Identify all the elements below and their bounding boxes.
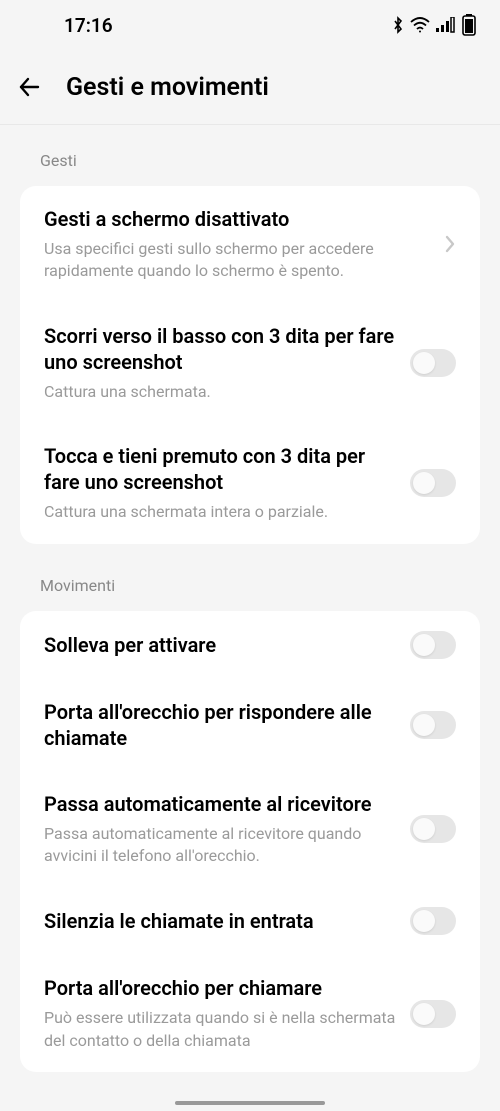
card-movimenti: Solleva per attivare Porta all'orecchio … [20, 611, 480, 1073]
row-three-finger-swipe-screenshot: Scorri verso il basso con 3 dita per far… [20, 303, 480, 423]
row-title: Scorri verso il basso con 3 dita per far… [44, 323, 398, 375]
toggle-knob [413, 472, 435, 494]
row-title: Silenzia le chiamate in entrata [44, 908, 398, 934]
status-icons [392, 14, 476, 36]
row-title: Solleva per attivare [44, 632, 398, 658]
battery-icon [462, 14, 476, 36]
row-title: Porta all'orecchio per rispondere alle c… [44, 699, 398, 751]
row-title: Passa automaticamente al ricevitore [44, 791, 398, 817]
row-subtitle: Passa automaticamente al ricevitore quan… [44, 823, 398, 868]
row-raise-to-call: Porta all'orecchio per chiamare Può esse… [20, 955, 480, 1072]
row-screen-off-gestures[interactable]: Gesti a schermo disattivato Usa specific… [20, 186, 480, 303]
page-header: Gesti e movimenti [0, 50, 500, 125]
toggle-knob [413, 818, 435, 840]
toggle-knob [413, 910, 435, 932]
toggle-knob [413, 1003, 435, 1025]
status-time: 17:16 [64, 14, 113, 37]
back-button[interactable] [14, 71, 46, 103]
toggle-knob [413, 714, 435, 736]
page-title: Gesti e movimenti [66, 73, 269, 102]
status-bar: 17:16 [0, 0, 500, 50]
section-label-gesti: Gesti [0, 125, 500, 180]
chevron-right-icon [444, 234, 456, 254]
row-auto-switch-receiver: Passa automaticamente al ricevitore Pass… [20, 771, 480, 888]
row-silence-incoming: Silenzia le chiamate in entrata [20, 887, 480, 955]
row-title: Porta all'orecchio per chiamare [44, 975, 398, 1001]
toggle-raise-to-wake[interactable] [410, 631, 456, 659]
toggle-silence-incoming[interactable] [410, 907, 456, 935]
row-subtitle: Può essere utilizzata quando si è nella … [44, 1007, 398, 1052]
row-subtitle: Cattura una schermata. [44, 381, 398, 403]
row-raise-to-wake: Solleva per attivare [20, 611, 480, 679]
toggle-three-finger-hold[interactable] [410, 469, 456, 497]
arrow-left-icon [16, 73, 44, 101]
toggle-knob [413, 634, 435, 656]
section-label-movimenti: Movimenti [0, 550, 500, 605]
row-three-finger-hold-screenshot: Tocca e tieni premuto con 3 dita per far… [20, 423, 480, 543]
toggle-raise-to-call[interactable] [410, 1000, 456, 1028]
signal-icon [436, 17, 456, 33]
row-subtitle: Cattura una schermata intera o parziale. [44, 501, 398, 523]
row-title: Tocca e tieni premuto con 3 dita per far… [44, 443, 398, 495]
row-subtitle: Usa specifici gesti sullo schermo per ac… [44, 238, 432, 283]
card-gesti: Gesti a schermo disattivato Usa specific… [20, 186, 480, 544]
home-indicator[interactable] [175, 1101, 325, 1105]
toggle-three-finger-swipe[interactable] [410, 349, 456, 377]
toggle-knob [413, 352, 435, 374]
toggle-raise-to-answer[interactable] [410, 711, 456, 739]
toggle-auto-switch-receiver[interactable] [410, 815, 456, 843]
wifi-icon [410, 17, 430, 33]
bluetooth-icon [392, 16, 404, 34]
row-title: Gesti a schermo disattivato [44, 206, 432, 232]
row-raise-to-answer: Porta all'orecchio per rispondere alle c… [20, 679, 480, 771]
